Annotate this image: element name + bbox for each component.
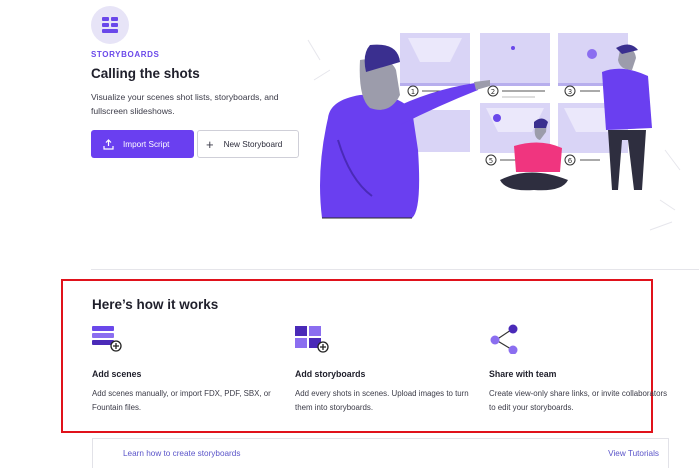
storyboard-illustration: 1 2 3 5 6 [307,33,681,231]
tutorial-text: Learn how to create storyboards [123,449,240,458]
tutorial-emphasis: storyboards [197,449,241,458]
panel-number: 1 [411,88,415,96]
step-share-with-team: Share with team Create view-only share l… [489,324,674,415]
panel-number: 6 [568,157,573,165]
panel-number: 2 [491,88,495,96]
step-description: Add scenes manually, or import FDX, PDF,… [92,389,271,412]
step-add-storyboards: Add storyboards Add every shots in scene… [295,324,480,415]
import-script-button[interactable]: Import Script [91,130,194,158]
page-description: Visualize your scenes shot lists, storyb… [91,92,279,116]
page-title: Calling the shots [91,66,200,81]
add-storyboards-icon [295,324,480,354]
new-storyboard-label: New Storyboard [223,139,283,149]
add-scenes-icon [92,324,277,354]
panel-number: 5 [489,157,493,165]
share-icon [489,324,674,355]
import-script-label: Import Script [123,139,170,149]
panel-2: 2 [480,33,550,98]
how-it-works-panel: Here’s how it works Add scenes Add scene… [61,279,667,433]
storyboards-icon [91,6,129,44]
view-tutorials-link[interactable]: View Tutorials [608,449,659,458]
step-title: Add storyboards [295,369,366,379]
section-eyebrow: STORYBOARDS [91,50,160,59]
step-add-scenes: Add scenes Add scenes manually, or impor… [92,324,277,415]
step-title: Share with team [489,369,557,379]
section-divider [91,269,699,270]
plus-icon: + [206,136,214,152]
hero-section: STORYBOARDS Calling the shots Visualize … [0,0,699,270]
panel-number: 3 [568,88,572,96]
step-title: Add scenes [92,369,142,379]
upload-icon [103,138,114,150]
how-it-works-title: Here’s how it works [92,297,219,312]
tutorial-bar: Learn how to create storyboards View Tut… [92,438,669,468]
tutorial-prefix: Learn how to create [123,449,198,458]
step-description: Create view-only share links, or invite … [489,389,668,412]
step-description: Add every shots in scenes. Upload images… [295,389,469,412]
new-storyboard-button[interactable]: + New Storyboard [197,130,299,158]
